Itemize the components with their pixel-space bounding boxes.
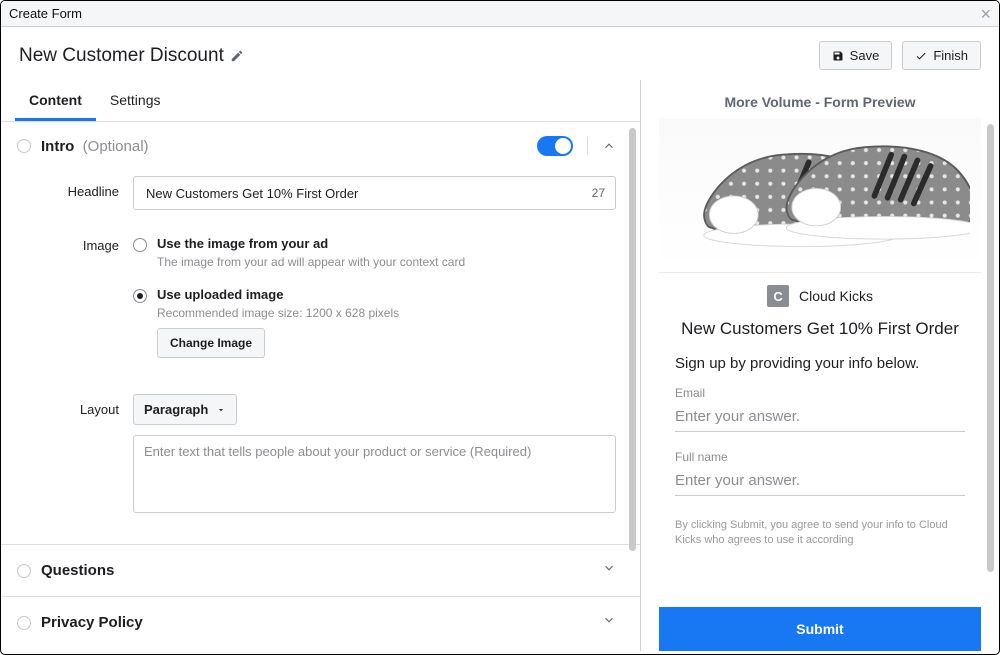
divider	[587, 137, 588, 155]
image-option-ad[interactable]: Use the image from your ad The image fro…	[133, 230, 616, 275]
change-image-button[interactable]: Change Image	[157, 328, 265, 358]
preview-scrollbar[interactable]	[987, 124, 994, 572]
save-button[interactable]: Save	[819, 41, 893, 70]
edit-icon[interactable]	[230, 49, 244, 63]
chevron-down-icon[interactable]	[602, 561, 616, 575]
save-button-label: Save	[850, 48, 880, 63]
image-option-upload[interactable]: Use uploaded image Recommended image siz…	[133, 281, 616, 364]
headline-input[interactable]	[144, 185, 584, 202]
section-intro-title: Intro	[41, 138, 74, 155]
preview-name-input[interactable]	[675, 466, 965, 496]
left-scrollbar[interactable]	[629, 122, 636, 651]
image-opt2-title: Use uploaded image	[157, 287, 399, 302]
finish-button-label: Finish	[933, 48, 968, 63]
preview-subtext: Sign up by providing your info below.	[659, 355, 981, 386]
header-row: New Customer Discount Save Finish	[1, 27, 999, 80]
section-intro-optional: (Optional)	[74, 138, 148, 155]
tabs: Content Settings	[1, 80, 640, 122]
chevron-up-icon[interactable]	[602, 139, 616, 153]
chevron-down-icon[interactable]	[602, 613, 616, 627]
layout-label: Layout	[47, 394, 119, 417]
close-icon[interactable]: ×	[980, 4, 991, 25]
titlebar: Create Form ×	[1, 1, 999, 27]
image-opt2-sub: Recommended image size: 1200 x 628 pixel…	[157, 306, 399, 320]
section-intro-radio[interactable]	[17, 139, 31, 153]
image-label: Image	[47, 230, 119, 253]
preview-card: C Cloud Kicks New Customers Get 10% Firs…	[659, 118, 981, 651]
preview-headline: New Customers Get 10% First Order	[659, 313, 981, 355]
section-questions-radio[interactable]	[17, 564, 31, 578]
section-privacy-radio[interactable]	[17, 616, 31, 630]
radio-selected-icon[interactable]	[133, 289, 147, 303]
preview-title: More Volume - Form Preview	[641, 80, 999, 118]
layout-textarea[interactable]	[133, 435, 616, 513]
headline-input-wrap[interactable]: 27	[133, 176, 616, 210]
save-icon	[832, 50, 844, 62]
left-pane: Content Settings Intro (Optional)	[1, 80, 641, 651]
intro-toggle[interactable]	[537, 136, 573, 156]
section-questions-title: Questions	[41, 562, 114, 579]
caret-down-icon	[216, 405, 226, 415]
tab-content[interactable]: Content	[15, 80, 96, 121]
preview-email-label: Email	[659, 386, 981, 402]
tab-settings[interactable]: Settings	[96, 80, 175, 121]
layout-dropdown[interactable]: Paragraph	[133, 394, 237, 425]
form-title-text: New Customer Discount	[19, 45, 224, 67]
image-opt1-title: Use the image from your ad	[157, 236, 465, 251]
shoe-illustration	[670, 120, 970, 270]
headline-counter: 27	[584, 186, 605, 200]
section-questions[interactable]: Questions	[1, 544, 640, 596]
image-opt1-sub: The image from your ad will appear with …	[157, 255, 465, 269]
preview-submit-button[interactable]: Submit	[659, 607, 981, 651]
form-title[interactable]: New Customer Discount	[19, 45, 244, 67]
brand-row: C Cloud Kicks	[659, 273, 981, 313]
finish-button[interactable]: Finish	[902, 41, 981, 70]
preview-image	[659, 118, 981, 273]
radio-unselected-icon[interactable]	[133, 238, 147, 252]
preview-legal-text: By clicking Submit, you agree to send yo…	[659, 514, 981, 548]
section-privacy[interactable]: Privacy Policy	[1, 596, 640, 648]
section-privacy-title: Privacy Policy	[41, 614, 143, 631]
dialog-create-form: Create Form × New Customer Discount Save…	[0, 0, 1000, 655]
window-title: Create Form	[9, 6, 82, 21]
finish-icon	[915, 50, 927, 62]
layout-dropdown-value: Paragraph	[144, 402, 208, 417]
section-intro-header[interactable]: Intro (Optional)	[1, 122, 640, 170]
preview-pane: More Volume - Form Preview	[641, 80, 999, 651]
preview-name-label: Full name	[659, 450, 981, 466]
brand-name: Cloud Kicks	[799, 288, 873, 304]
headline-label: Headline	[47, 176, 119, 199]
preview-email-input[interactable]	[675, 402, 965, 432]
brand-avatar: C	[767, 285, 789, 307]
